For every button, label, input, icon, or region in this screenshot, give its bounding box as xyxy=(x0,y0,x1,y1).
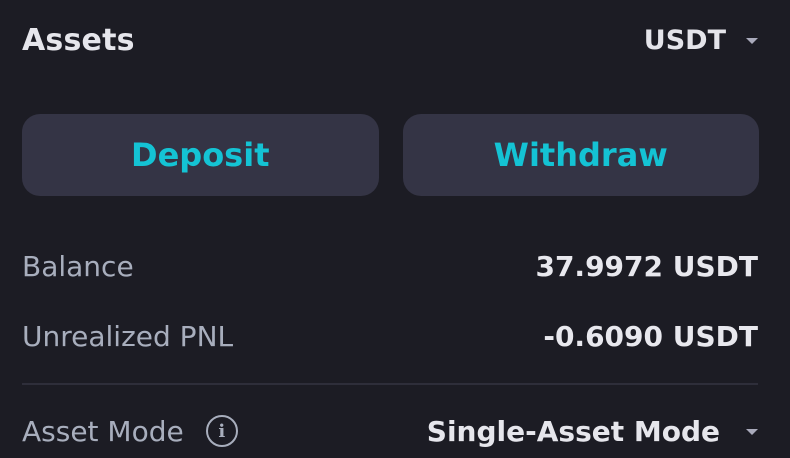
unrealized-pnl-label: Unrealized PNL xyxy=(22,319,234,353)
withdraw-label: Withdraw xyxy=(493,136,668,174)
balance-row: Balance 37.9972 USDT xyxy=(22,246,758,286)
action-buttons: Deposit Withdraw xyxy=(22,114,759,196)
asset-mode-row: Asset Mode i Single-Asset Mode xyxy=(22,410,758,452)
unrealized-pnl-row: Unrealized PNL -0.6090 USDT xyxy=(22,316,758,356)
currency-label: USDT xyxy=(643,24,726,56)
chevron-down-icon xyxy=(746,429,758,435)
currency-selector[interactable]: USDT xyxy=(644,25,758,56)
deposit-label: Deposit xyxy=(131,136,270,174)
panel-title: Assets xyxy=(22,22,135,58)
asset-mode-left: Asset Mode i xyxy=(22,415,238,448)
asset-mode-dropdown[interactable]: Single-Asset Mode xyxy=(427,415,758,448)
info-icon[interactable]: i xyxy=(205,415,238,447)
balance-label: Balance xyxy=(22,249,134,283)
chevron-down-icon xyxy=(746,38,758,44)
divider xyxy=(22,383,758,385)
asset-mode-value: Single-Asset Mode xyxy=(426,414,720,448)
assets-panel: Assets USDT Deposit Withdraw Balance 37.… xyxy=(0,0,790,458)
unrealized-pnl-value: -0.6090 USDT xyxy=(543,319,758,353)
assets-header: Assets USDT xyxy=(22,18,758,62)
asset-mode-label: Asset Mode xyxy=(22,414,184,448)
withdraw-button[interactable]: Withdraw xyxy=(402,114,759,196)
deposit-button[interactable]: Deposit xyxy=(22,114,379,196)
balance-value: 37.9972 USDT xyxy=(535,249,758,283)
